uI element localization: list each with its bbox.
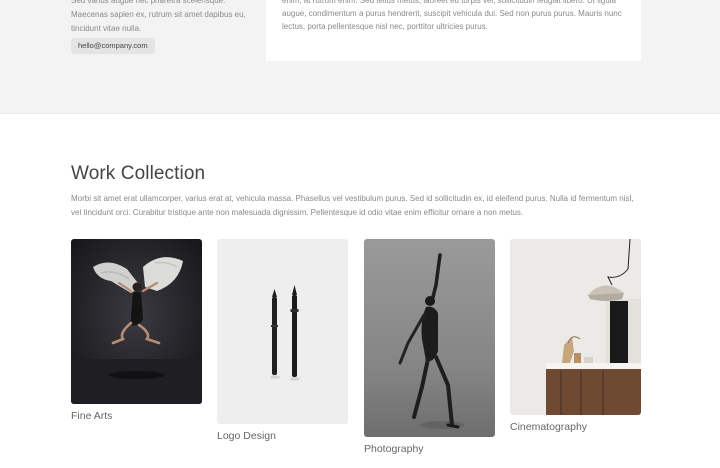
logo-design-image[interactable] [217, 239, 348, 424]
work-label-photography[interactable]: Photography [364, 443, 424, 455]
fine-arts-image[interactable] [71, 239, 202, 404]
email-link[interactable]: hello@company.com [71, 38, 155, 54]
contact-intro-text: Sed varius augue nec pharetra scelerisqu… [71, 0, 246, 33]
work-label-logo-design[interactable]: Logo Design [217, 430, 276, 442]
photography-image[interactable] [364, 239, 495, 437]
work-label-cinematography[interactable]: Cinematography [510, 421, 587, 433]
about-card: enim, at rutrum enim. Sed tellus metus, … [266, 0, 641, 61]
section-description: Morbi sit amet erat ullamcorper, varius … [71, 194, 634, 217]
contact-section: Sed varius augue nec pharetra scelerisqu… [0, 0, 720, 113]
cinematography-image[interactable] [510, 239, 641, 415]
about-card-text: enim, at rutrum enim. Sed tellus metus, … [282, 0, 622, 31]
section-divider [0, 113, 720, 114]
work-label-fine-arts[interactable]: Fine Arts [71, 410, 112, 422]
section-title: Work Collection [71, 163, 206, 184]
